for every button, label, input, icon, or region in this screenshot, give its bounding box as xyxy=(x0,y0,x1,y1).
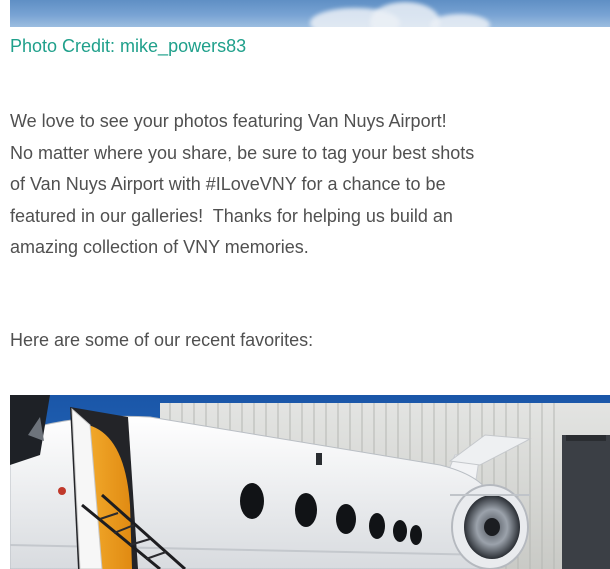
blog-post-content: Photo Credit: mike_powers83 We love to s… xyxy=(0,0,610,569)
photo-credit-link[interactable]: Photo Credit: mike_powers83 xyxy=(10,34,246,58)
intro-line: No matter where you share, be sure to ta… xyxy=(10,142,475,163)
intro-line: featured in our galleries! Thanks for he… xyxy=(10,205,453,226)
intro-line: of Van Nuys Airport with #ILoveVNY for a… xyxy=(10,174,446,194)
gallery-photo-previous[interactable] xyxy=(10,0,610,27)
intro-line: We love to see your photos featuring Van… xyxy=(10,111,447,131)
intro-line: amazing collection of VNY memories. xyxy=(10,237,309,257)
gallery-photo-jet[interactable] xyxy=(10,395,610,569)
favorites-heading: Here are some of our recent favorites: xyxy=(10,330,314,350)
intro-paragraph: We love to see your photos featuring Van… xyxy=(10,106,610,264)
jet-illustration xyxy=(10,395,610,569)
